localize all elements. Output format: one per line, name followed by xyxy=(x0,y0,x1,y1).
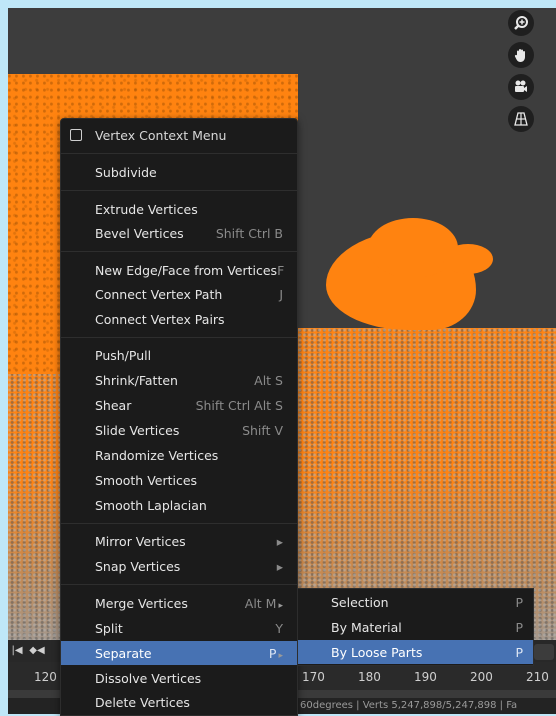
vertex-context-menu: Vertex Context Menu Subdivide Extrude Ve… xyxy=(60,118,298,716)
menu-item-subdivide[interactable]: Subdivide xyxy=(61,160,297,184)
jump-start-icon[interactable]: |◀ xyxy=(8,643,26,659)
menu-item-label: Smooth Laplacian xyxy=(95,497,207,513)
menu-item-label: New Edge/Face from Vertices xyxy=(95,262,278,278)
menu-item-mirror-vertices[interactable]: Mirror Vertices ▸ xyxy=(61,529,297,553)
frame-tick: 180 xyxy=(358,670,381,684)
frame-tick: 190 xyxy=(414,670,437,684)
menu-item-label: Mirror Vertices xyxy=(95,533,186,549)
menu-item-shortcut: Shift Ctrl Alt S xyxy=(195,397,283,413)
menu-pin-icon xyxy=(70,129,82,141)
frame-tick: 210 xyxy=(526,670,549,684)
menu-item-shortcut: Shift Ctrl B xyxy=(215,225,283,241)
menu-item-label: Snap Vertices xyxy=(95,558,181,574)
menu-item-label: Split xyxy=(95,620,123,636)
menu-separator xyxy=(61,523,297,524)
submenu-item-label: By Material xyxy=(331,619,402,635)
status-text: 60degrees | Verts 5,247,898/5,247,898 | … xyxy=(300,700,518,711)
menu-item-label: Randomize Vertices xyxy=(95,447,219,463)
menu-item-randomize-vertices[interactable]: Randomize Vertices xyxy=(61,443,297,467)
submenu-arrow-icon: ▸ xyxy=(278,600,283,611)
blob-mesh-tip xyxy=(443,244,493,274)
submenu-item-shortcut: P xyxy=(515,644,523,660)
menu-item-dissolve-vertices[interactable]: Dissolve Vertices xyxy=(61,666,297,690)
submenu-item-by-material[interactable]: By Material P xyxy=(298,615,533,639)
submenu-arrow-icon: ▸ xyxy=(276,533,283,549)
zoom-icon[interactable] xyxy=(508,10,534,36)
menu-item-smooth-vertices[interactable]: Smooth Vertices xyxy=(61,468,297,492)
menu-separator xyxy=(61,251,297,252)
submenu-item-by-loose-parts[interactable]: By Loose Parts P xyxy=(298,640,533,664)
menu-item-shortcut: Alt S xyxy=(254,372,283,388)
menu-item-bevel-vertices[interactable]: Bevel Vertices Shift Ctrl B xyxy=(61,221,297,245)
submenu-item-label: By Loose Parts xyxy=(331,644,423,660)
blob-mesh-top xyxy=(368,218,458,278)
submenu-arrow-icon: ▸ xyxy=(278,650,283,661)
menu-item-label: Shear xyxy=(95,397,132,413)
menu-title: Vertex Context Menu xyxy=(95,127,227,143)
menu-item-push-pull[interactable]: Push/Pull xyxy=(61,343,297,367)
menu-item-shortcut: F xyxy=(277,262,285,278)
menu-item-label: Connect Vertex Path xyxy=(95,286,223,302)
menu-item-merge-vertices[interactable]: Merge Vertices Alt M ▸ xyxy=(61,591,297,615)
menu-item-separate[interactable]: Separate P ▸ xyxy=(61,641,297,665)
submenu-item-label: Selection xyxy=(331,594,389,610)
perspective-grid-icon[interactable] xyxy=(508,106,534,132)
menu-item-smooth-laplacian[interactable]: Smooth Laplacian xyxy=(61,493,297,517)
menu-item-label: Dissolve Vertices xyxy=(95,670,202,686)
prev-keyframe-icon[interactable]: ◆◀ xyxy=(28,643,46,659)
menu-item-label: Push/Pull xyxy=(95,347,152,363)
menu-separator xyxy=(61,153,297,154)
menu-separator xyxy=(61,190,297,191)
menu-item-label: Subdivide xyxy=(95,164,157,180)
menu-separator xyxy=(61,337,297,338)
separate-submenu: Selection P By Material P By Loose Parts… xyxy=(297,588,534,666)
menu-item-label: Separate xyxy=(95,645,152,661)
camera-icon[interactable] xyxy=(508,74,534,100)
menu-header: Vertex Context Menu xyxy=(61,123,297,147)
frame-tick: 170 xyxy=(302,670,325,684)
menu-item-label: Extrude Vertices xyxy=(95,201,198,217)
submenu-item-shortcut: P xyxy=(515,619,523,635)
menu-item-connect-vertex-path[interactable]: Connect Vertex Path J xyxy=(61,282,297,306)
menu-item-connect-vertex-pairs[interactable]: Connect Vertex Pairs xyxy=(61,307,297,331)
menu-item-shortcut: Shift V xyxy=(242,422,283,438)
frame-tick: 120 xyxy=(34,670,57,684)
menu-item-delete-vertices[interactable]: Delete Vertices xyxy=(61,690,297,714)
menu-separator xyxy=(61,584,297,585)
submenu-arrow-icon: ▸ xyxy=(276,558,283,574)
menu-item-label: Smooth Vertices xyxy=(95,472,198,488)
menu-item-new-edge-face[interactable]: New Edge/Face from Vertices F xyxy=(61,258,297,282)
hand-icon[interactable] xyxy=(508,42,534,68)
menu-item-label: Bevel Vertices xyxy=(95,225,184,241)
timeline-toggle-button[interactable] xyxy=(534,644,554,660)
menu-item-shortcut: P xyxy=(268,645,277,661)
menu-item-shortcut: Y xyxy=(275,620,283,636)
menu-item-label: Shrink/Fatten xyxy=(95,372,178,388)
menu-item-label: Connect Vertex Pairs xyxy=(95,311,225,327)
menu-item-label: Merge Vertices xyxy=(95,595,188,611)
menu-item-snap-vertices[interactable]: Snap Vertices ▸ xyxy=(61,554,297,578)
frame-tick: 200 xyxy=(470,670,493,684)
menu-item-shortcut: Alt M xyxy=(244,595,277,611)
menu-item-label: Delete Vertices xyxy=(95,694,190,710)
menu-item-split[interactable]: Split Y xyxy=(61,616,297,640)
submenu-item-shortcut: P xyxy=(515,594,523,610)
submenu-item-selection[interactable]: Selection P xyxy=(298,590,533,614)
menu-item-slide-vertices[interactable]: Slide Vertices Shift V xyxy=(61,418,297,442)
menu-item-shrink-fatten[interactable]: Shrink/Fatten Alt S xyxy=(61,368,297,392)
menu-item-shear[interactable]: Shear Shift Ctrl Alt S xyxy=(61,393,297,417)
menu-item-extrude-vertices[interactable]: Extrude Vertices xyxy=(61,197,297,221)
menu-item-label: Slide Vertices xyxy=(95,422,180,438)
menu-item-shortcut: J xyxy=(279,286,283,302)
